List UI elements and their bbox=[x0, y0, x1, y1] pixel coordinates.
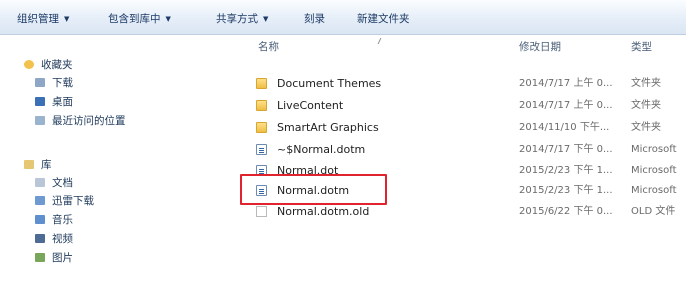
sidebar-item-label: 视频 bbox=[52, 233, 73, 245]
file-date: 2015/2/23 下午 1... bbox=[519, 165, 613, 176]
download-icon bbox=[35, 78, 45, 87]
file-row[interactable]: LiveContent 2014/7/17 上午 0... 文件夹 bbox=[248, 97, 686, 114]
folder-icon bbox=[256, 122, 267, 133]
file-type: 文件夹 bbox=[631, 78, 661, 89]
file-name: Normal.dotm.old bbox=[277, 205, 370, 218]
column-header-label: 名称 bbox=[258, 41, 279, 53]
new-folder-button[interactable]: 新建文件夹 bbox=[357, 10, 410, 28]
file-row[interactable]: SmartArt Graphics 2014/11/10 下午... 文件夹 bbox=[248, 119, 686, 136]
file-icon bbox=[256, 206, 267, 217]
column-header-type[interactable]: 类型 bbox=[631, 38, 652, 56]
video-icon bbox=[35, 234, 45, 243]
star-icon bbox=[24, 60, 34, 69]
file-date: 2014/7/17 上午 0... bbox=[519, 78, 613, 89]
file-name: ~$Normal.dotm bbox=[277, 143, 366, 156]
sidebar-item-label: 音乐 bbox=[52, 214, 73, 226]
chevron-down-icon: ▼ bbox=[263, 15, 269, 23]
file-row[interactable]: ~$Normal.dotm 2014/7/17 下午 0... Microsof… bbox=[248, 141, 686, 158]
sidebar-item-label: 图片 bbox=[52, 252, 73, 264]
file-type: Microsoft bbox=[631, 165, 677, 176]
file-date: 2014/11/10 下午... bbox=[519, 122, 610, 133]
folder-icon bbox=[256, 100, 267, 111]
sidebar-item-recent-places[interactable]: 最近访问的位置 bbox=[35, 113, 126, 129]
favorites-label: 收藏夹 bbox=[41, 59, 73, 71]
libraries-group[interactable]: 库 bbox=[24, 157, 52, 173]
folder-icon bbox=[256, 78, 267, 89]
sidebar-item-thunder-download[interactable]: 迅雷下载 bbox=[35, 193, 94, 209]
file-type: Microsoft bbox=[631, 144, 677, 155]
pictures-icon bbox=[35, 253, 45, 262]
file-name: LiveContent bbox=[277, 99, 344, 112]
recent-places-icon bbox=[35, 116, 45, 125]
chevron-down-icon: ▼ bbox=[64, 15, 70, 23]
column-header-date[interactable]: 修改日期 bbox=[519, 38, 561, 56]
command-bar: 组织管理 ▼ 包含到库中 ▼ 共享方式 ▼ 刻录 新建文件夹 bbox=[0, 0, 686, 35]
sidebar-item-video[interactable]: 视频 bbox=[35, 231, 73, 247]
sidebar-item-label: 桌面 bbox=[52, 96, 73, 108]
file-type: Microsoft bbox=[631, 185, 677, 196]
new-folder-label: 新建文件夹 bbox=[357, 13, 410, 25]
highlight-annotation-box bbox=[240, 174, 387, 205]
desktop-icon bbox=[35, 97, 45, 106]
burn-label: 刻录 bbox=[304, 13, 325, 25]
column-header-label: 修改日期 bbox=[519, 41, 561, 53]
sidebar-item-desktop[interactable]: 桌面 bbox=[35, 94, 73, 110]
sidebar-item-pictures[interactable]: 图片 bbox=[35, 250, 73, 266]
favorites-group[interactable]: 收藏夹 bbox=[24, 57, 73, 73]
chevron-down-icon: ▼ bbox=[165, 15, 171, 23]
column-sort-indicator bbox=[377, 38, 387, 44]
music-icon bbox=[35, 215, 45, 224]
burn-button[interactable]: 刻录 bbox=[304, 10, 325, 28]
file-date: 2015/2/23 下午 1... bbox=[519, 185, 613, 196]
sidebar-item-label: 迅雷下载 bbox=[52, 195, 94, 207]
sidebar-item-label: 下载 bbox=[52, 77, 73, 89]
organize-label: 组织管理 bbox=[17, 13, 59, 25]
file-date: 2014/7/17 上午 0... bbox=[519, 100, 613, 111]
document-icon bbox=[256, 144, 267, 155]
thunder-download-icon bbox=[35, 196, 45, 205]
sidebar-item-documents[interactable]: 文档 bbox=[35, 175, 73, 191]
sidebar-item-music[interactable]: 音乐 bbox=[35, 212, 73, 228]
sidebar-item-downloads[interactable]: 下载 bbox=[35, 75, 73, 91]
file-type: OLD 文件 bbox=[631, 206, 676, 217]
file-row[interactable]: Document Themes 2014/7/17 上午 0... 文件夹 bbox=[248, 75, 686, 92]
column-header-name[interactable]: 名称 bbox=[258, 38, 279, 56]
sidebar-item-label: 最近访问的位置 bbox=[52, 115, 126, 127]
documents-icon bbox=[35, 178, 45, 187]
file-date: 2014/7/17 下午 0... bbox=[519, 144, 613, 155]
file-type: 文件夹 bbox=[631, 100, 661, 111]
file-name: SmartArt Graphics bbox=[277, 121, 379, 134]
column-header-label: 类型 bbox=[631, 41, 652, 53]
navigation-pane: 收藏夹 下载 桌面 最近访问的位置 库 文档 迅雷下载 音乐 视频 图片 bbox=[0, 35, 236, 304]
libraries-label: 库 bbox=[41, 159, 52, 171]
sidebar-item-label: 文档 bbox=[52, 177, 73, 189]
file-type: 文件夹 bbox=[631, 122, 661, 133]
file-name: Document Themes bbox=[277, 77, 382, 90]
share-with-label: 共享方式 bbox=[216, 13, 258, 25]
include-in-library-menu[interactable]: 包含到库中 ▼ bbox=[108, 10, 171, 28]
library-icon bbox=[24, 160, 34, 169]
organize-menu[interactable]: 组织管理 ▼ bbox=[17, 10, 69, 28]
include-in-library-label: 包含到库中 bbox=[108, 13, 161, 25]
file-date: 2015/6/22 下午 0... bbox=[519, 206, 613, 217]
share-with-menu[interactable]: 共享方式 ▼ bbox=[216, 10, 268, 28]
file-row[interactable]: Normal.dotm.old 2015/6/22 下午 0... OLD 文件 bbox=[248, 203, 686, 220]
